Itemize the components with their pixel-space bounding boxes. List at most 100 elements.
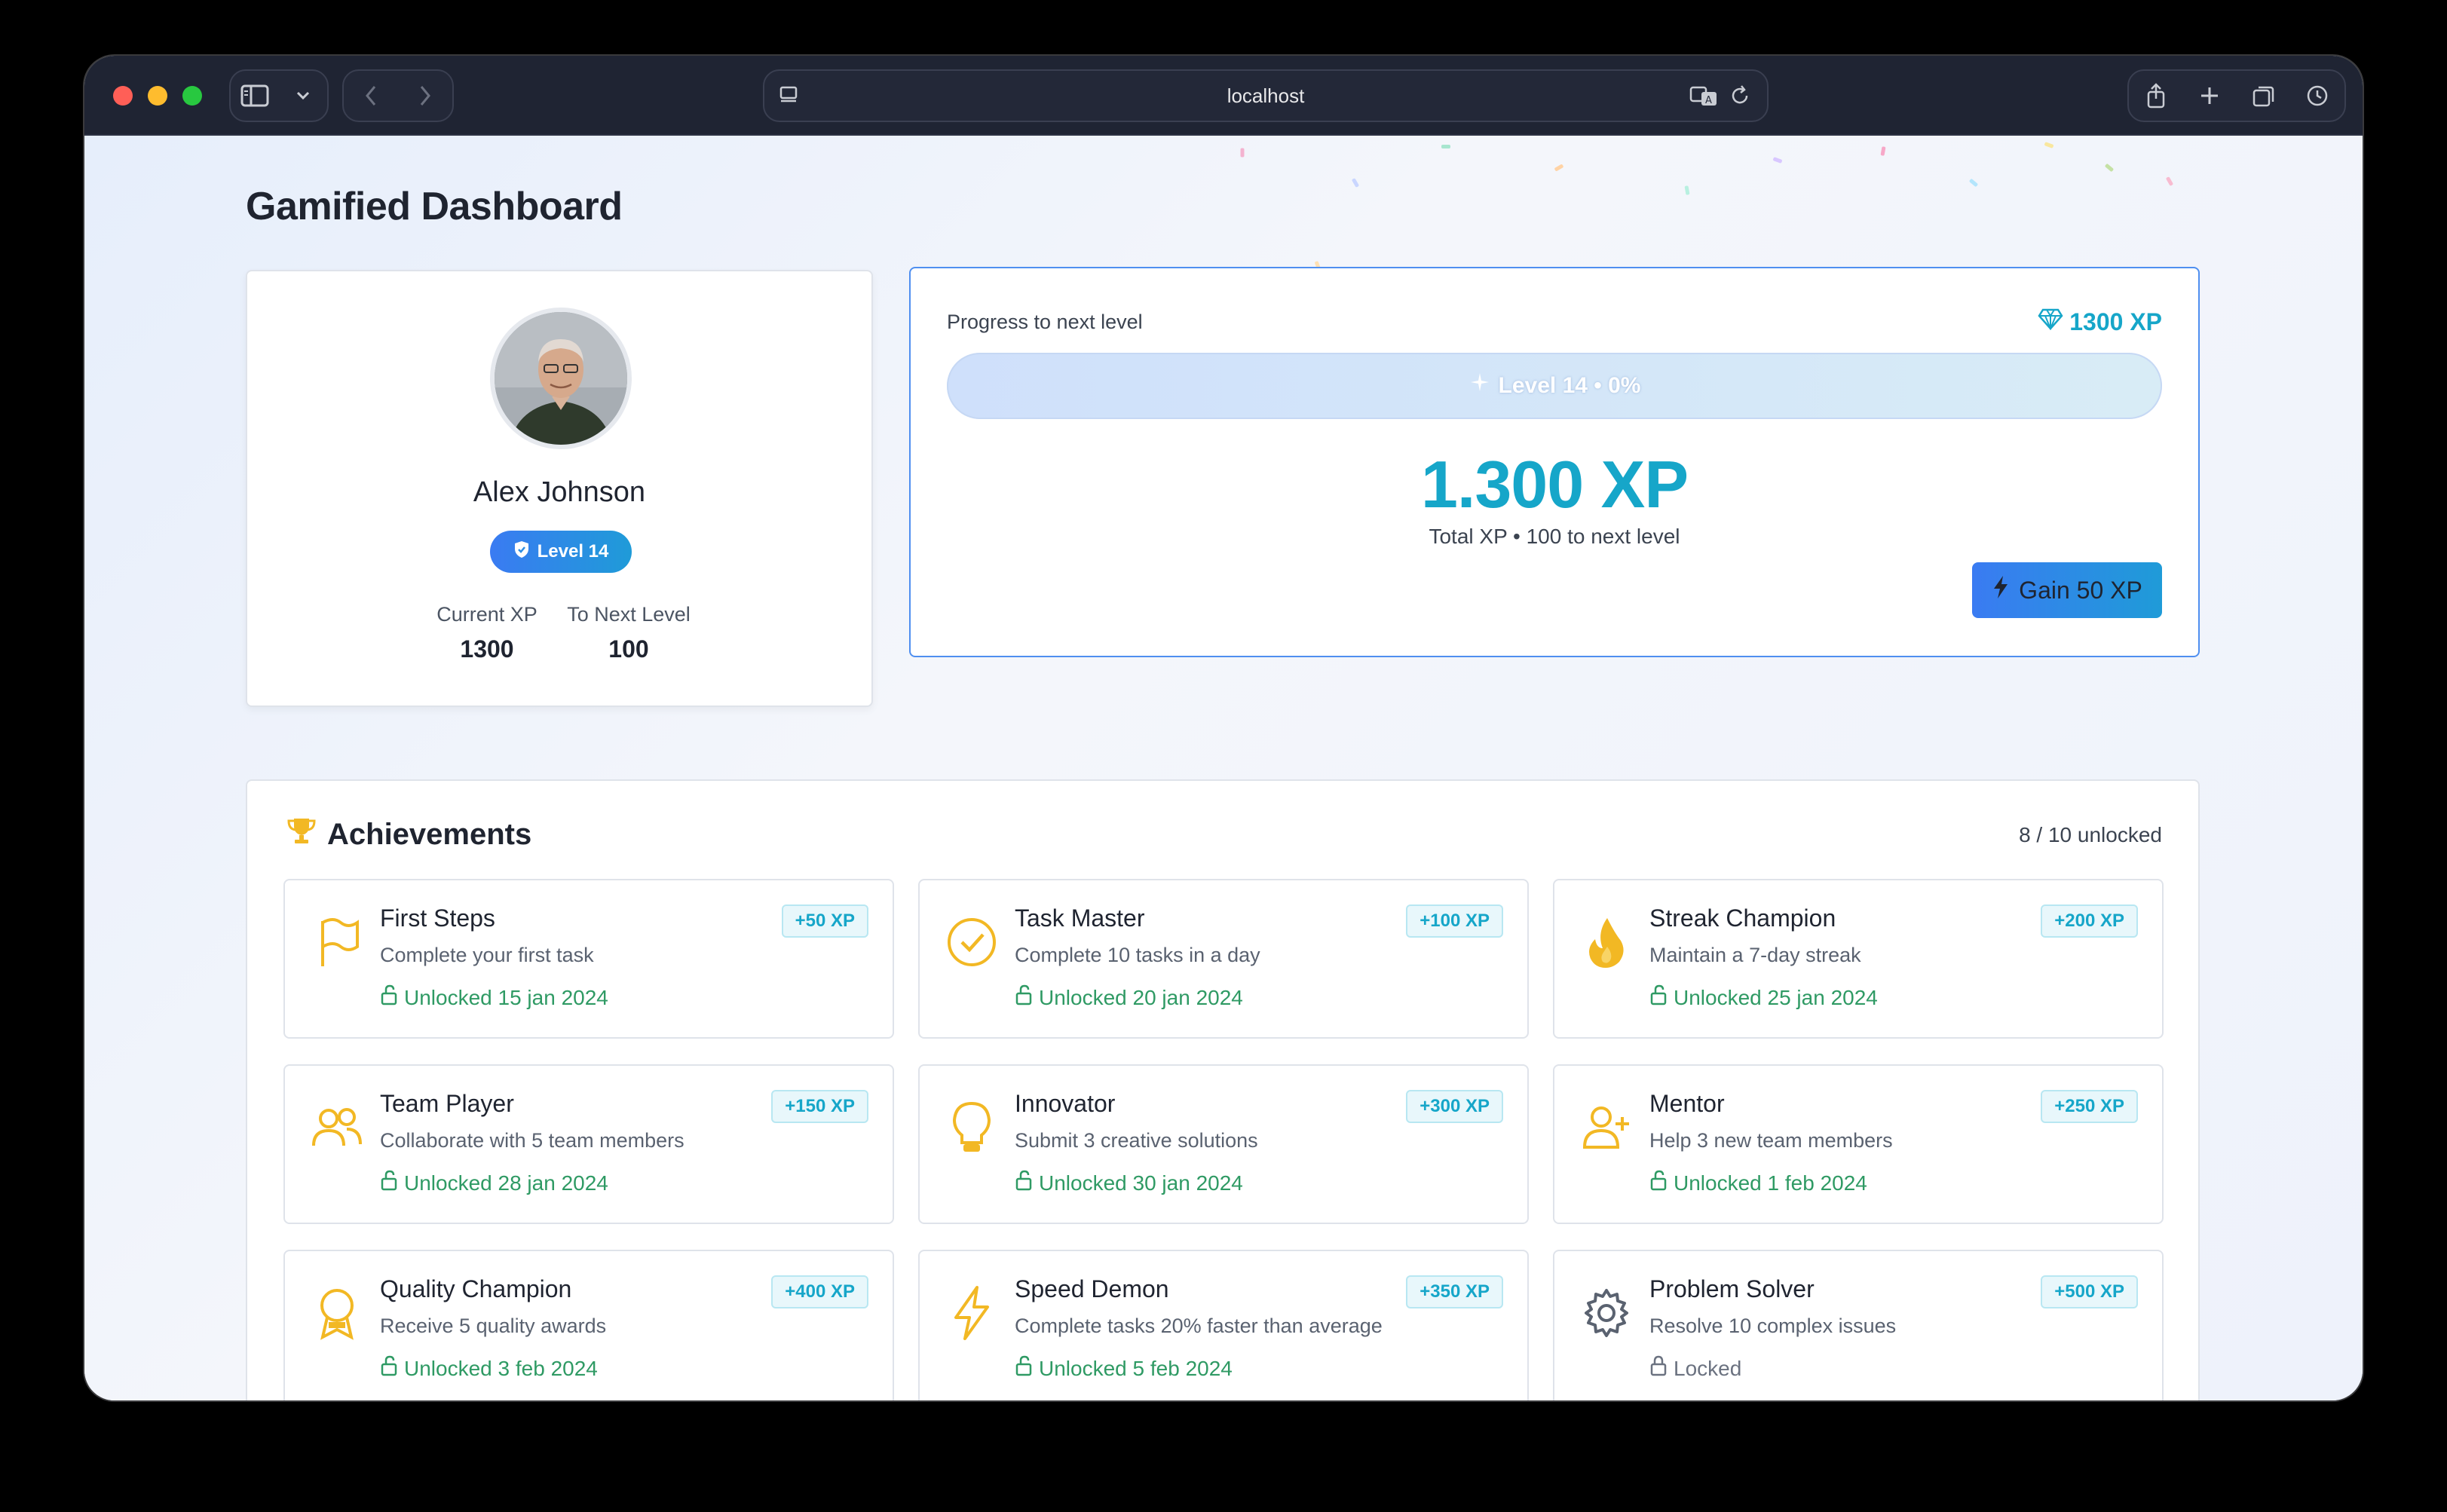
svg-text:A: A bbox=[1705, 95, 1712, 106]
unlock-icon bbox=[1015, 1170, 1033, 1196]
sidebar-icon[interactable] bbox=[234, 75, 276, 117]
tab-overview-icon[interactable] bbox=[2243, 75, 2285, 117]
unlock-icon bbox=[380, 1355, 398, 1382]
current-xp-label: Current XP bbox=[436, 603, 537, 626]
achievement-description: Complete your first task bbox=[380, 944, 594, 966]
minimize-window-button[interactable] bbox=[148, 86, 167, 106]
confetti-piece bbox=[1351, 178, 1360, 188]
total-xp-subtext: Total XP • 100 to next level bbox=[1429, 525, 1680, 548]
achievement-card[interactable]: Task Master Complete 10 tasks in a day Unl… bbox=[918, 879, 1529, 1039]
achievement-card[interactable]: Mentor Help 3 new team members Unlocked 1 … bbox=[1553, 1064, 2164, 1224]
achievement-card[interactable]: Quality Champion Receive 5 quality awards… bbox=[283, 1250, 894, 1400]
lightbulb-icon bbox=[945, 1099, 998, 1156]
achievement-card[interactable]: First Steps Complete your first task Unloc… bbox=[283, 879, 894, 1039]
achievement-status-text: Unlocked 25 jan 2024 bbox=[1674, 985, 1878, 1009]
achievement-name: Mentor bbox=[1649, 1090, 1725, 1117]
achievement-card[interactable]: Speed Demon Complete tasks 20% faster tha… bbox=[918, 1250, 1529, 1400]
zoom-window-button[interactable] bbox=[182, 86, 202, 106]
award-icon bbox=[311, 1284, 363, 1342]
achievement-xp-badge: +200 XP bbox=[2041, 904, 2138, 938]
achievement-status: Unlocked 20 jan 2024 bbox=[1015, 984, 1243, 1011]
achievement-status: Unlocked 30 jan 2024 bbox=[1015, 1170, 1243, 1196]
gain-xp-label: Gain 50 XP bbox=[2019, 576, 2142, 604]
total-xp-display: 1.300 XP bbox=[1420, 447, 1689, 522]
unlock-icon bbox=[1649, 984, 1668, 1011]
confetti-piece bbox=[1441, 145, 1450, 148]
user-name: Alex Johnson bbox=[473, 476, 646, 508]
close-window-button[interactable] bbox=[113, 86, 133, 106]
reload-icon[interactable] bbox=[1728, 84, 1752, 112]
achievement-status-text: Unlocked 15 jan 2024 bbox=[404, 985, 608, 1009]
to-next-level-label: To Next Level bbox=[567, 603, 691, 626]
achievement-description: Help 3 new team members bbox=[1649, 1129, 1893, 1152]
profile-card: Alex Johnson Level 14 Current XP 1300 To… bbox=[246, 270, 873, 707]
achievement-description: Collaborate with 5 team members bbox=[380, 1129, 684, 1152]
new-tab-icon[interactable] bbox=[2188, 75, 2231, 117]
address-bar[interactable]: localhost A bbox=[763, 69, 1769, 122]
achievement-xp-badge: +100 XP bbox=[1406, 904, 1503, 938]
browser-actions-group bbox=[2127, 69, 2346, 122]
confetti-piece bbox=[2104, 163, 2115, 173]
flame-icon bbox=[1580, 914, 1633, 971]
translate-icon[interactable]: A bbox=[1689, 84, 1719, 112]
navigation-group bbox=[342, 69, 454, 122]
level-progress-label: Level 14 • 0% bbox=[1498, 373, 1641, 398]
achievement-name: Quality Champion bbox=[380, 1275, 572, 1302]
gain-xp-button[interactable]: Gain 50 XP bbox=[1972, 562, 2162, 618]
lightning-icon bbox=[1992, 574, 2010, 606]
achievement-status-text: Locked bbox=[1674, 1356, 1742, 1380]
achievement-description: Complete tasks 20% faster than average bbox=[1015, 1315, 1383, 1337]
achievement-name: Innovator bbox=[1015, 1090, 1116, 1117]
browser-toolbar: localhost A bbox=[84, 56, 2363, 136]
achievement-status: Unlocked 15 jan 2024 bbox=[380, 984, 608, 1011]
share-icon[interactable] bbox=[2135, 75, 2177, 117]
achievement-card[interactable]: Streak Champion Maintain a 7-day streak Un… bbox=[1553, 879, 2164, 1039]
level-badge: Level 14 bbox=[490, 531, 632, 573]
confetti-piece bbox=[2165, 176, 2174, 186]
achievement-xp-badge: +500 XP bbox=[2041, 1275, 2138, 1308]
chevron-down-icon[interactable] bbox=[282, 75, 324, 117]
achievement-xp-badge: +350 XP bbox=[1406, 1275, 1503, 1308]
achievement-card[interactable]: Team Player Collaborate with 5 team membe… bbox=[283, 1064, 894, 1224]
to-next-level-value: 100 bbox=[608, 635, 649, 663]
unlock-icon bbox=[1015, 984, 1033, 1011]
level-progress-bar: Level 14 • 0% bbox=[947, 353, 2162, 419]
history-icon[interactable] bbox=[2296, 75, 2338, 117]
achievement-xp-badge: +400 XP bbox=[771, 1275, 868, 1308]
current-xp-value: 1300 bbox=[460, 635, 514, 663]
achievement-description: Submit 3 creative solutions bbox=[1015, 1129, 1258, 1152]
xp-total-badge: 1300 XP bbox=[2038, 308, 2162, 336]
confetti-piece bbox=[1880, 146, 1886, 156]
diamond-icon bbox=[2038, 308, 2063, 336]
achievement-status: Unlocked 28 jan 2024 bbox=[380, 1170, 608, 1196]
page-content: Gamified Dashboard Alex Johnson Level 14… bbox=[84, 136, 2363, 1400]
achievement-status: Unlocked 1 feb 2024 bbox=[1649, 1170, 1867, 1196]
confetti-piece bbox=[1684, 185, 1690, 195]
achievement-name: Team Player bbox=[380, 1090, 514, 1117]
confetti-piece bbox=[2044, 142, 2054, 148]
achievement-card[interactable]: Problem Solver Resolve 10 complex issues L… bbox=[1553, 1250, 2164, 1400]
achievements-title: Achievements bbox=[327, 817, 532, 851]
shield-icon bbox=[513, 540, 530, 565]
forward-icon[interactable] bbox=[404, 75, 446, 117]
gear-icon bbox=[1580, 1284, 1633, 1342]
achievement-name: Streak Champion bbox=[1649, 904, 1836, 932]
achievement-status-text: Unlocked 20 jan 2024 bbox=[1039, 985, 1243, 1009]
achievement-xp-badge: +300 XP bbox=[1406, 1090, 1503, 1123]
achievement-xp-badge: +50 XP bbox=[781, 904, 868, 938]
achievement-description: Receive 5 quality awards bbox=[380, 1315, 607, 1337]
unlock-icon bbox=[1649, 1170, 1668, 1196]
flag-icon bbox=[311, 914, 363, 971]
sidebar-toggle-group bbox=[229, 69, 329, 122]
browser-window: localhost A Gamified Dashboard Alex John… bbox=[84, 56, 2363, 1400]
achievement-name: Speed Demon bbox=[1015, 1275, 1169, 1302]
level-progress-text: Level 14 • 0% bbox=[947, 353, 2162, 419]
back-icon[interactable] bbox=[350, 75, 392, 117]
page-title: Gamified Dashboard bbox=[246, 185, 623, 228]
unlock-icon bbox=[380, 1170, 398, 1196]
achievement-card[interactable]: Innovator Submit 3 creative solutions Unlo… bbox=[918, 1064, 1529, 1224]
achievement-name: Task Master bbox=[1015, 904, 1145, 932]
url-text: localhost bbox=[1227, 84, 1305, 107]
achievement-status-text: Unlocked 30 jan 2024 bbox=[1039, 1171, 1243, 1195]
achievements-header: Achievements bbox=[286, 816, 531, 853]
